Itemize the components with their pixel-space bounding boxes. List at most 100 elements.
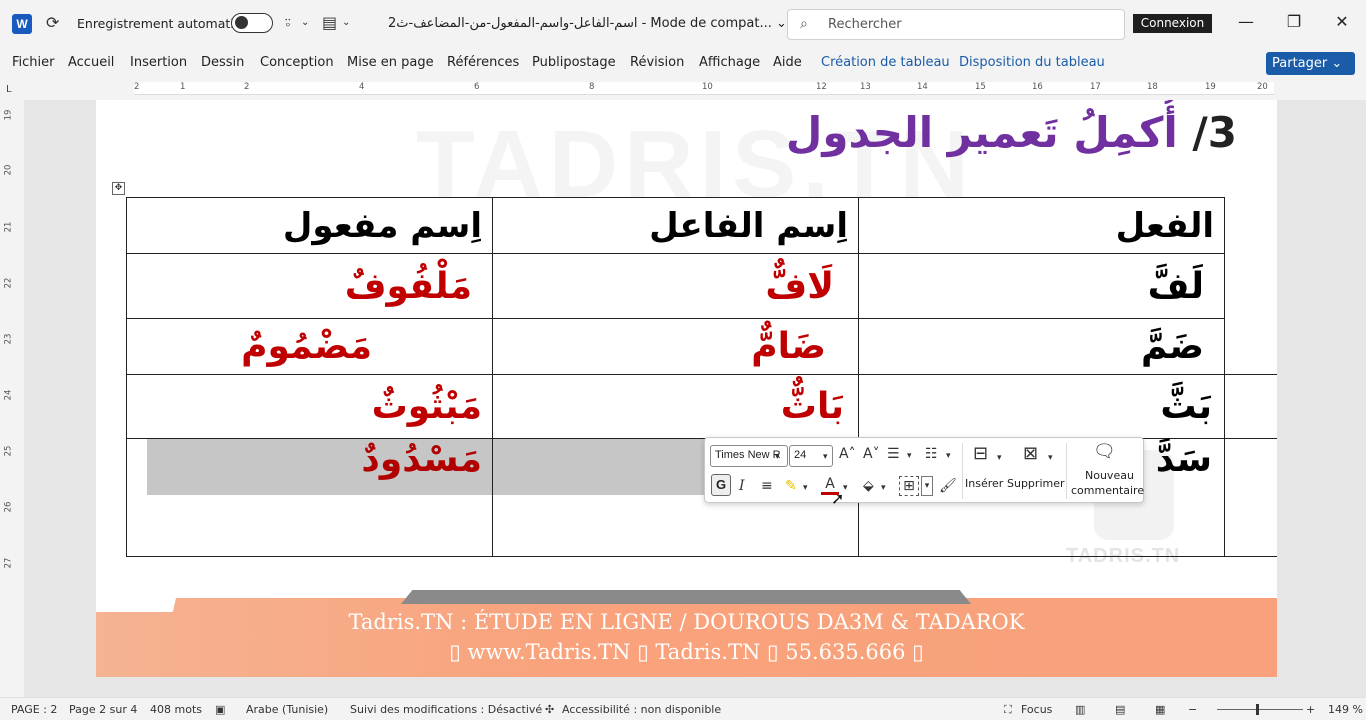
header-passive[interactable]: اِسم مفعول <box>126 197 493 254</box>
font-chevron-icon[interactable]: ▾ <box>775 449 780 465</box>
tab-creation-tableau[interactable]: Création de tableau <box>821 55 950 70</box>
ruler-tick: 19 <box>3 109 14 121</box>
insert-table-icon[interactable]: ⊟ <box>973 445 988 463</box>
collab-chevron-icon[interactable]: ⌄ <box>301 13 309 33</box>
autosave-toggle[interactable] <box>231 13 273 33</box>
web-layout-icon[interactable]: ▦ <box>1155 703 1165 716</box>
shading-chevron-icon[interactable]: ▾ <box>881 480 886 496</box>
zoom-level[interactable]: 149 % <box>1328 703 1363 716</box>
focus-label[interactable]: Focus <box>1021 703 1052 716</box>
restore-icon[interactable]: ❐ <box>1282 12 1306 31</box>
cell-active[interactable]: ضَامٌّ <box>492 318 859 375</box>
bold-button[interactable]: G <box>711 474 731 496</box>
document-page[interactable]: TADRIS.TN TADRIS.TN 3/ أُكمِلُ تَعمير ال… <box>96 100 1277 677</box>
bullets-chevron-icon[interactable]: ▾ <box>907 448 912 464</box>
proofing-icon[interactable]: ▣ <box>215 703 225 716</box>
tab-references[interactable]: Références <box>447 55 519 70</box>
refresh-icon[interactable]: ⟳ <box>46 13 59 33</box>
exercise-heading: 3/ أُكمِلُ تَعمير الجدول <box>786 108 1237 157</box>
format-painter-icon[interactable]: 🖌 <box>939 478 957 494</box>
zoom-slider[interactable] <box>1217 709 1303 710</box>
tab-stop-selector[interactable]: L <box>6 84 12 95</box>
vertical-ruler[interactable]: 19 20 21 22 23 24 25 26 27 <box>3 100 17 695</box>
document-canvas[interactable]: TADRIS.TN TADRIS.TN 3/ أُكمِلُ تَعمير ال… <box>24 100 1366 697</box>
share-button[interactable]: Partager ⌄ <box>1266 52 1355 75</box>
ruler-tick: 13 <box>860 82 871 92</box>
more-chevron-icon[interactable]: ⌄ <box>342 13 350 33</box>
numbering-icon[interactable]: ☷ <box>925 446 938 462</box>
tab-aide[interactable]: Aide <box>773 55 802 70</box>
accessibility-icon[interactable]: ✣ <box>545 703 554 716</box>
table-move-handle-icon[interactable]: ✥ <box>112 182 125 195</box>
heading-text: أُكمِلُ تَعمير الجدول <box>785 108 1178 157</box>
header-active[interactable]: اِسم الفاعل <box>492 197 859 254</box>
delete-table-icon[interactable]: ⊠ <box>1023 445 1038 463</box>
tab-insertion[interactable]: Insertion <box>130 55 187 70</box>
tab-mise-en-page[interactable]: Mise en page <box>347 55 434 70</box>
cell-active[interactable]: لَافٌّ <box>492 253 859 319</box>
comment-label-2[interactable]: commentaire <box>1071 484 1144 498</box>
delete-chevron-icon[interactable]: ▾ <box>1048 450 1053 466</box>
cell-passive[interactable]: مَبْثُوثٌ <box>126 374 493 439</box>
ruler-tick: 20 <box>1257 82 1268 92</box>
insert-chevron-icon[interactable]: ▾ <box>997 450 1002 466</box>
align-center-icon[interactable]: ≡ <box>761 478 773 494</box>
ruler-tick: 27 <box>3 557 14 569</box>
tab-affichage[interactable]: Affichage <box>699 55 760 70</box>
status-page-of[interactable]: Page 2 sur 4 <box>69 703 137 716</box>
cell-passive[interactable]: مَلْفُوفٌ <box>126 253 493 319</box>
status-page[interactable]: PAGE : 2 <box>11 703 57 716</box>
focus-icon[interactable]: ⛶ <box>1004 703 1012 717</box>
status-words[interactable]: 408 mots <box>150 703 202 716</box>
comment-label-1[interactable]: Nouveau <box>1085 469 1134 483</box>
status-track-changes[interactable]: Suivi des modifications : Désactivé <box>350 703 542 716</box>
size-chevron-icon[interactable]: ▾ <box>823 449 828 465</box>
read-mode-icon[interactable]: ▥ <box>1075 703 1085 716</box>
ruler-tick: 22 <box>3 277 14 289</box>
tab-publipostage[interactable]: Publipostage <box>532 55 616 70</box>
zoom-slider-thumb[interactable] <box>1256 704 1259 715</box>
shading-icon[interactable]: ⬙ <box>863 478 874 494</box>
highlight-chevron-icon[interactable]: ▾ <box>803 480 808 496</box>
grow-font-icon[interactable]: A˄ <box>839 446 856 462</box>
minimize-icon[interactable]: — <box>1234 12 1258 31</box>
zoom-in-icon[interactable]: + <box>1306 703 1315 716</box>
status-accessibility[interactable]: Accessibilité : non disponible <box>562 703 721 716</box>
print-layout-icon[interactable]: ▤ <box>1115 703 1125 716</box>
delete-label[interactable]: Supprimer <box>1007 477 1065 491</box>
cell-passive[interactable]: مَضْمُومٌ <box>126 318 493 375</box>
italic-button[interactable]: I <box>739 478 745 494</box>
cell-verb[interactable]: ضَمَّ <box>858 318 1225 375</box>
exercise-table[interactable]: اِسم مفعول اِسم الفاعل الفعل مَلْفُوفٌ ل… <box>126 197 1225 557</box>
borders-chevron-icon[interactable]: ▾ <box>921 476 933 496</box>
clipboard-icon[interactable]: ▤ <box>322 13 337 33</box>
zoom-out-icon[interactable]: − <box>1188 703 1197 716</box>
tab-dessin[interactable]: Dessin <box>201 55 244 70</box>
borders-icon[interactable]: ⊞ <box>899 476 919 496</box>
cell-verb[interactable]: بَثَّ <box>858 374 1225 439</box>
status-language[interactable]: Arabe (Tunisie) <box>246 703 328 716</box>
document-title[interactable]: اسم-الفاعل-واسم-المفعول-من-المضاعف-ث2 - … <box>388 16 787 31</box>
collab-icon[interactable]: ⍤ <box>283 13 293 33</box>
close-icon[interactable]: ✕ <box>1330 12 1354 31</box>
mini-toolbar: Times New R ▾ 24 ▾ A˄ A˅ ☰ ▾ ☷ ▾ G I ≡ ✎… <box>704 437 1144 503</box>
tab-conception[interactable]: Conception <box>260 55 334 70</box>
cell-active[interactable]: بَاثٌّ <box>492 374 859 439</box>
cell-passive[interactable]: مَسْدُودٌ <box>126 438 493 557</box>
cell-verb[interactable]: لَفَّ <box>858 253 1225 319</box>
bullets-icon[interactable]: ☰ <box>887 446 900 462</box>
search-box[interactable]: ⌕ Rechercher <box>787 9 1125 40</box>
signin-button[interactable]: Connexion <box>1133 14 1212 33</box>
tab-fichier[interactable]: Fichier <box>12 55 55 70</box>
tab-revision[interactable]: Révision <box>630 55 684 70</box>
selected-text[interactable]: مَسْدُودٌ <box>147 439 492 495</box>
header-verb[interactable]: الفعل <box>858 197 1225 254</box>
tab-accueil[interactable]: Accueil <box>68 55 114 70</box>
new-comment-icon[interactable]: 🗨 <box>1093 443 1116 461</box>
shrink-font-icon[interactable]: A˅ <box>863 446 880 462</box>
numbering-chevron-icon[interactable]: ▾ <box>946 448 951 464</box>
insert-label[interactable]: Insérer <box>965 477 1003 491</box>
tab-disposition-tableau[interactable]: Disposition du tableau <box>959 55 1105 70</box>
horizontal-ruler[interactable]: 2 1 2 4 6 8 10 12 13 14 15 16 17 18 19 2… <box>24 82 1366 96</box>
highlight-icon[interactable]: ✎ <box>785 478 797 494</box>
